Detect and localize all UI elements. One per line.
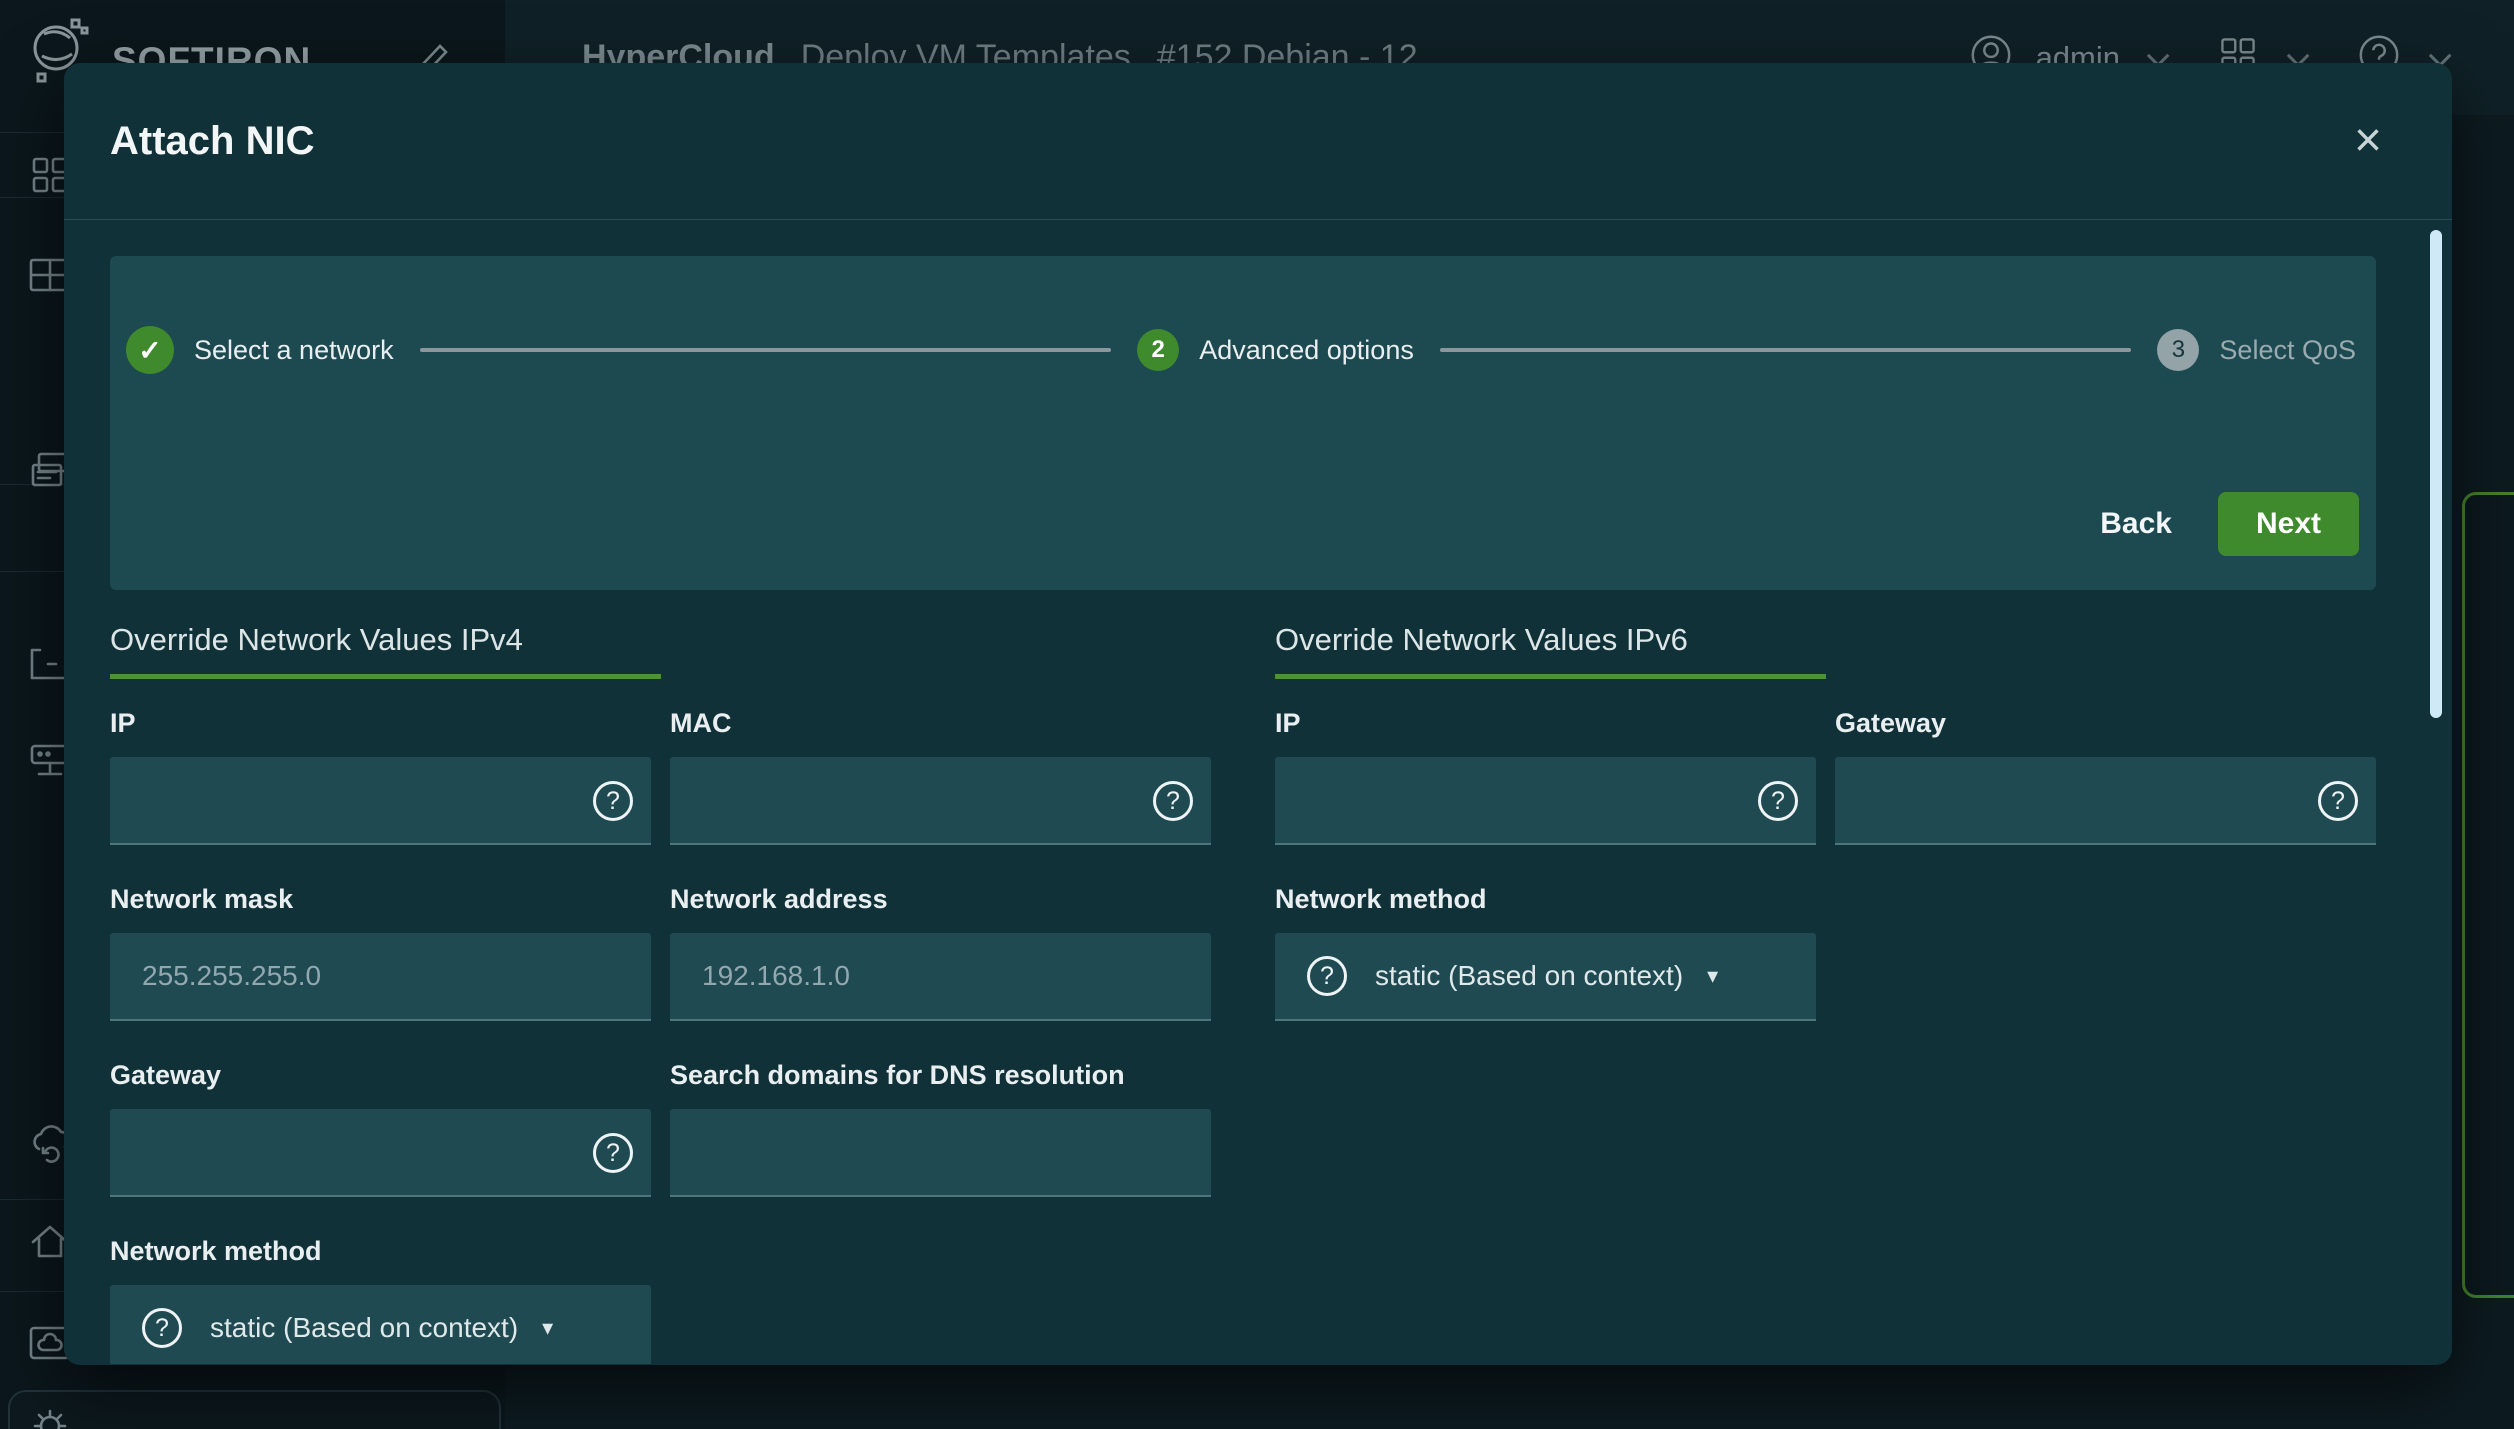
step-select-qos[interactable]: 3 Select QoS (2157, 329, 2356, 371)
ipv4-ip-input[interactable] (110, 757, 651, 845)
caret-down-icon: ▾ (542, 1315, 553, 1341)
wizard-card: ✓ Select a network 2 Advanced options 3 … (110, 256, 2376, 590)
close-icon[interactable]: × (2348, 116, 2388, 166)
field-ipv6-gateway: Gateway ? (1835, 703, 2376, 845)
ipv4-mac-input[interactable] (670, 757, 1211, 845)
step-label: Advanced options (1199, 335, 1414, 366)
ipv6-ip-input[interactable] (1275, 757, 1816, 845)
ipv4-section-underline (110, 674, 661, 679)
step-number: 3 (2157, 329, 2199, 371)
field-label: Gateway (1835, 703, 2376, 743)
help-icon[interactable]: ? (593, 781, 633, 821)
ipv6-section-underline (1275, 674, 1826, 679)
field-ipv4-gateway: Gateway ? (110, 1055, 651, 1197)
field-ipv4-dns-domains: Search domains for DNS resolution (670, 1055, 1211, 1197)
select-value: static (Based on context) (210, 1312, 518, 1344)
step-number: 2 (1137, 329, 1179, 371)
step-select-network[interactable]: ✓ Select a network (126, 326, 394, 374)
field-label: IP (1275, 703, 1816, 743)
step-label: Select a network (194, 335, 394, 366)
ipv4-netmask-input[interactable] (110, 933, 651, 1021)
ipv4-network-method-select[interactable]: ? static (Based on context) ▾ (110, 1285, 651, 1364)
step-label: Select QoS (2219, 335, 2356, 366)
field-label: Network address (670, 879, 1211, 919)
dialog-body: ✓ Select a network 2 Advanced options 3 … (64, 220, 2452, 1364)
field-ipv6-network-method: Network method ? static (Based on contex… (1275, 879, 1816, 1021)
attach-nic-dialog: Attach NIC × ✓ Select a network 2 Advanc… (64, 63, 2452, 1365)
field-ipv4-network-method: Network method ? static (Based on contex… (110, 1231, 651, 1364)
wizard-stepper: ✓ Select a network 2 Advanced options 3 … (126, 256, 2356, 374)
caret-down-icon: ▾ (1707, 963, 1718, 989)
field-ipv4-netmask: Network mask (110, 879, 651, 1021)
dialog-header: Attach NIC × (64, 63, 2452, 220)
help-icon[interactable]: ? (1758, 781, 1798, 821)
step-complete-check-icon: ✓ (126, 326, 174, 374)
stepper-connector (1440, 348, 2132, 352)
field-label: IP (110, 703, 651, 743)
select-value: static (Based on context) (1375, 960, 1683, 992)
dialog-title: Attach NIC (110, 119, 314, 164)
ipv4-section: Override Network Values IPv4 IP ? MAC (110, 622, 1211, 1364)
field-label: Network mask (110, 879, 651, 919)
help-icon[interactable]: ? (1307, 956, 1347, 996)
background-focused-panel (2462, 492, 2514, 1298)
sidebar-settings-section (8, 1390, 501, 1429)
field-label: MAC (670, 703, 1211, 743)
ipv4-gateway-input[interactable] (110, 1109, 651, 1197)
step-advanced-options[interactable]: 2 Advanced options (1137, 329, 1414, 371)
wizard-actions: Back Next (2066, 492, 2359, 556)
field-ipv4-mac: MAC ? (670, 703, 1211, 845)
back-button[interactable]: Back (2066, 493, 2206, 555)
field-label: Gateway (110, 1055, 651, 1095)
ipv4-dns-domains-input[interactable] (670, 1109, 1211, 1197)
screen: SOFTIRON (0, 0, 2514, 1429)
gear-icon[interactable] (26, 1402, 74, 1429)
ipv4-section-title: Override Network Values IPv4 (110, 622, 1211, 658)
ipv6-gateway-input[interactable] (1835, 757, 2376, 845)
help-icon[interactable]: ? (2318, 781, 2358, 821)
next-button[interactable]: Next (2218, 492, 2359, 556)
ipv6-section-title: Override Network Values IPv6 (1275, 622, 2376, 658)
ipv6-section: Override Network Values IPv6 IP ? Gatewa… (1275, 622, 2376, 1364)
field-label: Search domains for DNS resolution (670, 1055, 1211, 1095)
field-ipv4-ip: IP ? (110, 703, 651, 845)
help-icon[interactable]: ? (142, 1308, 182, 1348)
ipv6-network-method-select[interactable]: ? static (Based on context) ▾ (1275, 933, 1816, 1021)
help-icon[interactable]: ? (1153, 781, 1193, 821)
field-ipv4-netaddr: Network address (670, 879, 1211, 1021)
help-icon[interactable]: ? (593, 1133, 633, 1173)
field-label: Network method (1275, 879, 1816, 919)
modal-scrollbar-thumb[interactable] (2430, 230, 2442, 718)
field-ipv6-ip: IP ? (1275, 703, 1816, 845)
stepper-connector (420, 348, 1112, 352)
field-label: Network method (110, 1231, 651, 1271)
ipv4-network-address-input[interactable] (670, 933, 1211, 1021)
